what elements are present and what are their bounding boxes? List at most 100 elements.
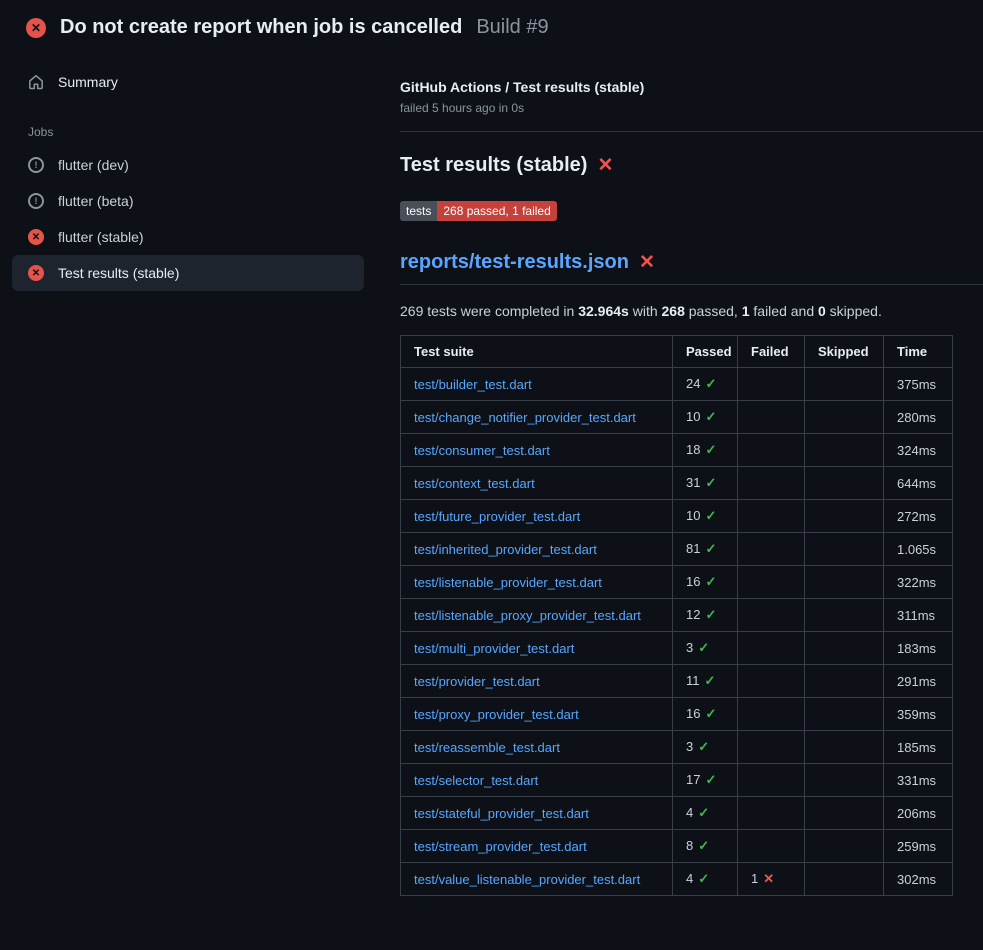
- badge-label: tests: [400, 201, 437, 221]
- suite-link[interactable]: test/change_notifier_provider_test.dart: [414, 410, 636, 425]
- summary-text: 269 tests were completed in 32.964s with…: [400, 303, 983, 319]
- failed-cell: [738, 731, 805, 764]
- time-cell: 183ms: [884, 632, 953, 665]
- table-row: test/stateful_provider_test.dart 4✓ 206m…: [401, 797, 953, 830]
- failed-cell: [738, 632, 805, 665]
- check-icon: ✓: [705, 376, 716, 391]
- header-divider: [400, 131, 983, 132]
- skipped-cell: [805, 500, 884, 533]
- failed-cell: [738, 665, 805, 698]
- summary-label: Summary: [58, 74, 118, 90]
- table-row: test/selector_test.dart 17✓ 331ms: [401, 764, 953, 797]
- skipped-cell: [805, 566, 884, 599]
- sidebar-item-job-test-results-stable[interactable]: ✕ Test results (stable): [12, 255, 364, 291]
- skipped-cell: [805, 698, 884, 731]
- table-row: test/future_provider_test.dart 10✓ 272ms: [401, 500, 953, 533]
- failed-cell: [738, 533, 805, 566]
- run-status-text: failed 5 hours ago in 0s: [400, 101, 983, 115]
- suite-link[interactable]: test/reassemble_test.dart: [414, 740, 560, 755]
- table-row: test/reassemble_test.dart 3✓ 185ms: [401, 731, 953, 764]
- x-icon: ✕: [763, 871, 774, 886]
- suite-link[interactable]: test/stateful_provider_test.dart: [414, 806, 589, 821]
- skipped-cell: [805, 764, 884, 797]
- suite-link[interactable]: test/provider_test.dart: [414, 674, 540, 689]
- table-row: test/change_notifier_provider_test.dart …: [401, 401, 953, 434]
- failed-x-icon: ✕: [597, 156, 613, 175]
- col-header-test-suite: Test suite: [401, 336, 673, 368]
- table-row: test/stream_provider_test.dart 8✓ 259ms: [401, 830, 953, 863]
- sidebar-item-job-flutter-stable[interactable]: ✕ flutter (stable): [12, 219, 364, 255]
- check-icon: ✓: [705, 442, 716, 457]
- summary-failed-count: 1: [742, 303, 750, 319]
- check-icon: ✓: [705, 607, 716, 622]
- sidebar-item-job-flutter-dev[interactable]: ! flutter (dev): [12, 147, 364, 183]
- failed-status-icon: ✕: [28, 265, 44, 281]
- passed-cell: 16✓: [673, 698, 738, 731]
- time-cell: 291ms: [884, 665, 953, 698]
- passed-cell: 4✓: [673, 797, 738, 830]
- report-heading-row: reports/test-results.json ✕: [400, 251, 983, 285]
- skipped-cell: [805, 797, 884, 830]
- passed-cell: 10✓: [673, 500, 738, 533]
- neutral-status-icon: !: [28, 193, 44, 209]
- table-header-row: Test suite Passed Failed Skipped Time: [401, 336, 953, 368]
- suite-link[interactable]: test/consumer_test.dart: [414, 443, 550, 458]
- skipped-cell: [805, 434, 884, 467]
- summary-duration: 32.964s: [578, 303, 629, 319]
- time-cell: 272ms: [884, 500, 953, 533]
- skipped-cell: [805, 731, 884, 764]
- check-icon: ✓: [705, 541, 716, 556]
- failed-cell: 1✕: [738, 863, 805, 896]
- check-icon: ✓: [698, 739, 709, 754]
- failed-cell: [738, 368, 805, 401]
- suite-link[interactable]: test/listenable_provider_test.dart: [414, 575, 602, 590]
- col-header-skipped: Skipped: [805, 336, 884, 368]
- suite-link[interactable]: test/inherited_provider_test.dart: [414, 542, 597, 557]
- table-row: test/inherited_provider_test.dart 81✓ 1.…: [401, 533, 953, 566]
- sidebar-item-summary[interactable]: Summary: [12, 65, 364, 99]
- badge-value: 268 passed, 1 failed: [437, 201, 556, 221]
- suite-link[interactable]: test/value_listenable_provider_test.dart: [414, 872, 640, 887]
- suite-link[interactable]: test/future_provider_test.dart: [414, 509, 580, 524]
- table-row: test/context_test.dart 31✓ 644ms: [401, 467, 953, 500]
- sidebar: Summary Jobs ! flutter (dev) ! flutter (…: [0, 51, 376, 291]
- failed-cell: [738, 698, 805, 731]
- table-row: test/value_listenable_provider_test.dart…: [401, 863, 953, 896]
- passed-cell: 12✓: [673, 599, 738, 632]
- check-icon: ✓: [698, 640, 709, 655]
- suite-link[interactable]: test/context_test.dart: [414, 476, 535, 491]
- results-table: Test suite Passed Failed Skipped Time te…: [400, 335, 953, 896]
- col-header-passed: Passed: [673, 336, 738, 368]
- skipped-cell: [805, 830, 884, 863]
- check-icon: ✓: [698, 805, 709, 820]
- main-content: GitHub Actions / Test results (stable) f…: [376, 51, 983, 896]
- table-row: test/proxy_provider_test.dart 16✓ 359ms: [401, 698, 953, 731]
- report-file-link[interactable]: reports/test-results.json: [400, 251, 629, 274]
- suite-link[interactable]: test/listenable_proxy_provider_test.dart: [414, 608, 641, 623]
- failed-cell: [738, 599, 805, 632]
- time-cell: 280ms: [884, 401, 953, 434]
- skipped-cell: [805, 863, 884, 896]
- passed-cell: 3✓: [673, 731, 738, 764]
- summary-skipped-count: 0: [818, 303, 826, 319]
- suite-link[interactable]: test/builder_test.dart: [414, 377, 532, 392]
- passed-cell: 11✓: [673, 665, 738, 698]
- sidebar-item-job-flutter-beta[interactable]: ! flutter (beta): [12, 183, 364, 219]
- passed-cell: 17✓: [673, 764, 738, 797]
- suite-link[interactable]: test/stream_provider_test.dart: [414, 839, 587, 854]
- suite-link[interactable]: test/multi_provider_test.dart: [414, 641, 574, 656]
- section-title: Test results (stable): [400, 154, 587, 177]
- passed-cell: 8✓: [673, 830, 738, 863]
- skipped-cell: [805, 401, 884, 434]
- job-label: Test results (stable): [58, 265, 179, 281]
- suite-link[interactable]: test/selector_test.dart: [414, 773, 538, 788]
- suite-link[interactable]: test/proxy_provider_test.dart: [414, 707, 579, 722]
- failed-cell: [738, 797, 805, 830]
- failed-cell: [738, 434, 805, 467]
- passed-cell: 10✓: [673, 401, 738, 434]
- check-icon: ✓: [705, 706, 716, 721]
- time-cell: 302ms: [884, 863, 953, 896]
- col-header-failed: Failed: [738, 336, 805, 368]
- skipped-cell: [805, 665, 884, 698]
- time-cell: 375ms: [884, 368, 953, 401]
